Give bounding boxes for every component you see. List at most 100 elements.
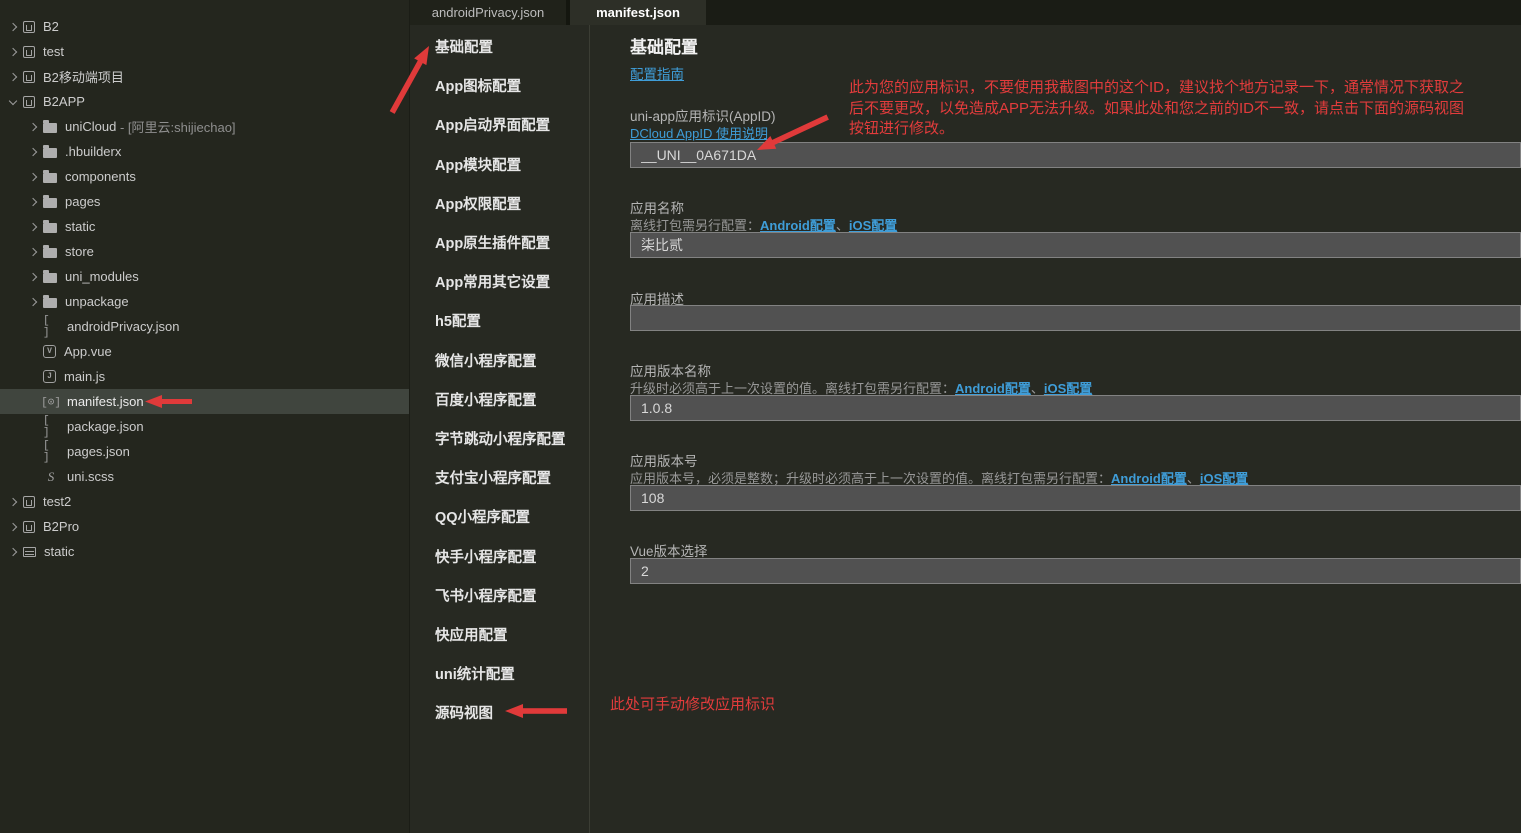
- menu-item-kuaishou-mp[interactable]: 快手小程序配置: [410, 536, 589, 575]
- version-name-input[interactable]: [630, 395, 1521, 421]
- tree-item-store[interactable]: store: [0, 239, 409, 264]
- ios-config-link[interactable]: iOS配置: [1200, 471, 1248, 486]
- chevron-right-icon[interactable]: [26, 146, 43, 158]
- vue-version-input[interactable]: [630, 558, 1521, 584]
- chevron-down-icon[interactable]: [6, 96, 23, 108]
- chevron-right-icon[interactable]: [26, 221, 43, 233]
- chevron-right-icon[interactable]: [26, 196, 43, 208]
- ios-config-link[interactable]: iOS配置: [1044, 381, 1092, 396]
- tree-item-test2[interactable]: test2: [0, 489, 409, 514]
- tree-item-pages[interactable]: pages: [0, 189, 409, 214]
- chevron-right-icon[interactable]: [6, 71, 23, 83]
- js-file-icon: J: [43, 370, 56, 383]
- tree-item-components[interactable]: components: [0, 164, 409, 189]
- link-separator: 、: [836, 218, 849, 233]
- chevron-right-icon[interactable]: [26, 121, 43, 133]
- version-code-sub-text: 应用版本号，必须是整数；升级时必须高于上一次设置的值。离线打包需另行配置：: [630, 471, 1111, 486]
- vue-version-label: Vue版本选择: [630, 540, 708, 560]
- menu-item-app-modules[interactable]: App模块配置: [410, 145, 589, 184]
- ios-config-link[interactable]: iOS配置: [849, 218, 897, 233]
- version-code-input[interactable]: [630, 485, 1521, 511]
- chevron-right-icon[interactable]: [6, 546, 23, 558]
- folder-icon: [43, 273, 57, 283]
- tree-item-main-js[interactable]: J main.js: [0, 364, 409, 389]
- chevron-right-icon[interactable]: [26, 246, 43, 258]
- folder-icon: [43, 298, 57, 308]
- menu-item-alipay-mp[interactable]: 支付宝小程序配置: [410, 458, 589, 497]
- menu-item-app-other-settings[interactable]: App常用其它设置: [410, 262, 589, 301]
- chevron-spacer: [26, 446, 43, 458]
- menu-item-baidu-mp[interactable]: 百度小程序配置: [410, 380, 589, 419]
- menu-item-uni-statistics[interactable]: uni统计配置: [410, 654, 589, 693]
- tree-item-androidprivacy-json[interactable]: [ ] androidPrivacy.json: [0, 314, 409, 339]
- tree-item-unicloud[interactable]: uniCloud - [阿里云:shijiechao]: [0, 114, 409, 139]
- tab-manifest-json[interactable]: manifest.json: [570, 0, 706, 25]
- chevron-spacer: [26, 346, 43, 358]
- menu-item-app-icon[interactable]: App图标配置: [410, 66, 589, 105]
- source-view-annotation-note: 此处可手动修改应用标识: [610, 695, 775, 716]
- cloud-folder-icon: [43, 123, 57, 133]
- json-file-icon: [ ]: [43, 315, 59, 339]
- tree-item-static[interactable]: static: [0, 214, 409, 239]
- menu-item-bytedance-mp[interactable]: 字节跳动小程序配置: [410, 419, 589, 458]
- config-menu-panel: 基础配置 App图标配置 App启动界面配置 App模块配置 App权限配置 A…: [410, 25, 590, 833]
- tree-item-unpackage[interactable]: unpackage: [0, 289, 409, 314]
- tree-item-package-json[interactable]: [ ] package.json: [0, 414, 409, 439]
- tab-androidprivacy-json[interactable]: androidPrivacy.json: [410, 0, 570, 25]
- tree-item-uni-modules[interactable]: uni_modules: [0, 264, 409, 289]
- menu-item-quickapp[interactable]: 快应用配置: [410, 615, 589, 654]
- chevron-right-icon[interactable]: [26, 271, 43, 283]
- folder-project-icon: [23, 547, 36, 557]
- project-icon: [23, 496, 35, 508]
- appid-label: uni-app应用标识(AppID): [630, 105, 776, 125]
- config-guide-link[interactable]: 配置指南: [630, 63, 684, 83]
- tree-item-static-project[interactable]: static: [0, 539, 409, 564]
- menu-item-h5-config[interactable]: h5配置: [410, 301, 589, 340]
- vue-file-icon: V: [43, 345, 56, 358]
- menu-item-qq-mp[interactable]: QQ小程序配置: [410, 497, 589, 536]
- project-icon: [23, 521, 35, 533]
- json-file-icon: [ ]: [43, 415, 59, 439]
- chevron-spacer: [26, 396, 43, 408]
- menu-item-weixin-mp[interactable]: 微信小程序配置: [410, 341, 589, 380]
- app-name-sub-text: 离线打包需另行配置：: [630, 218, 760, 233]
- tree-item-hbuilderx[interactable]: .hbuilderx: [0, 139, 409, 164]
- tree-item-manifest-json[interactable]: [⊙] manifest.json: [0, 389, 409, 414]
- menu-item-app-native-plugins[interactable]: App原生插件配置: [410, 223, 589, 262]
- tree-item-uni-scss[interactable]: S uni.scss: [0, 464, 409, 489]
- menu-item-app-launch-screen[interactable]: App启动界面配置: [410, 105, 589, 144]
- appid-input[interactable]: [630, 142, 1521, 168]
- menu-item-feishu-mp[interactable]: 飞书小程序配置: [410, 576, 589, 615]
- tree-item-pages-json[interactable]: [ ] pages.json: [0, 439, 409, 464]
- tree-item-b2-mobile[interactable]: B2移动端项目: [0, 64, 409, 89]
- folder-icon: [43, 223, 57, 233]
- app-name-input[interactable]: [630, 232, 1521, 258]
- chevron-spacer: [26, 471, 43, 483]
- chevron-right-icon[interactable]: [6, 46, 23, 58]
- tree-item-app-vue[interactable]: V App.vue: [0, 339, 409, 364]
- tree-item-test[interactable]: test: [0, 39, 409, 64]
- android-config-link[interactable]: Android配置: [955, 381, 1031, 396]
- chevron-spacer: [26, 371, 43, 383]
- folder-icon: [43, 173, 57, 183]
- dcloud-appid-doc-link[interactable]: DCloud AppID 使用说明: [630, 123, 768, 142]
- chevron-spacer: [26, 321, 43, 333]
- menu-item-source-view[interactable]: 源码视图: [410, 693, 589, 732]
- project-icon: [23, 96, 35, 108]
- menu-item-app-permissions[interactable]: App权限配置: [410, 184, 589, 223]
- chevron-right-icon[interactable]: [26, 296, 43, 308]
- android-config-link[interactable]: Android配置: [1111, 471, 1187, 486]
- app-desc-input[interactable]: [630, 305, 1521, 331]
- folder-icon: [43, 248, 57, 258]
- chevron-right-icon[interactable]: [26, 171, 43, 183]
- tree-item-b2pro[interactable]: B2Pro: [0, 514, 409, 539]
- tree-item-b2[interactable]: B2: [0, 14, 409, 39]
- chevron-right-icon[interactable]: [6, 521, 23, 533]
- chevron-spacer: [26, 421, 43, 433]
- chevron-right-icon[interactable]: [6, 496, 23, 508]
- android-config-link[interactable]: Android配置: [760, 218, 836, 233]
- menu-item-basic-config[interactable]: 基础配置: [410, 27, 589, 66]
- manifest-gear-icon: [⊙]: [43, 395, 59, 409]
- tree-item-b2app[interactable]: B2APP: [0, 89, 409, 114]
- chevron-right-icon[interactable]: [6, 21, 23, 33]
